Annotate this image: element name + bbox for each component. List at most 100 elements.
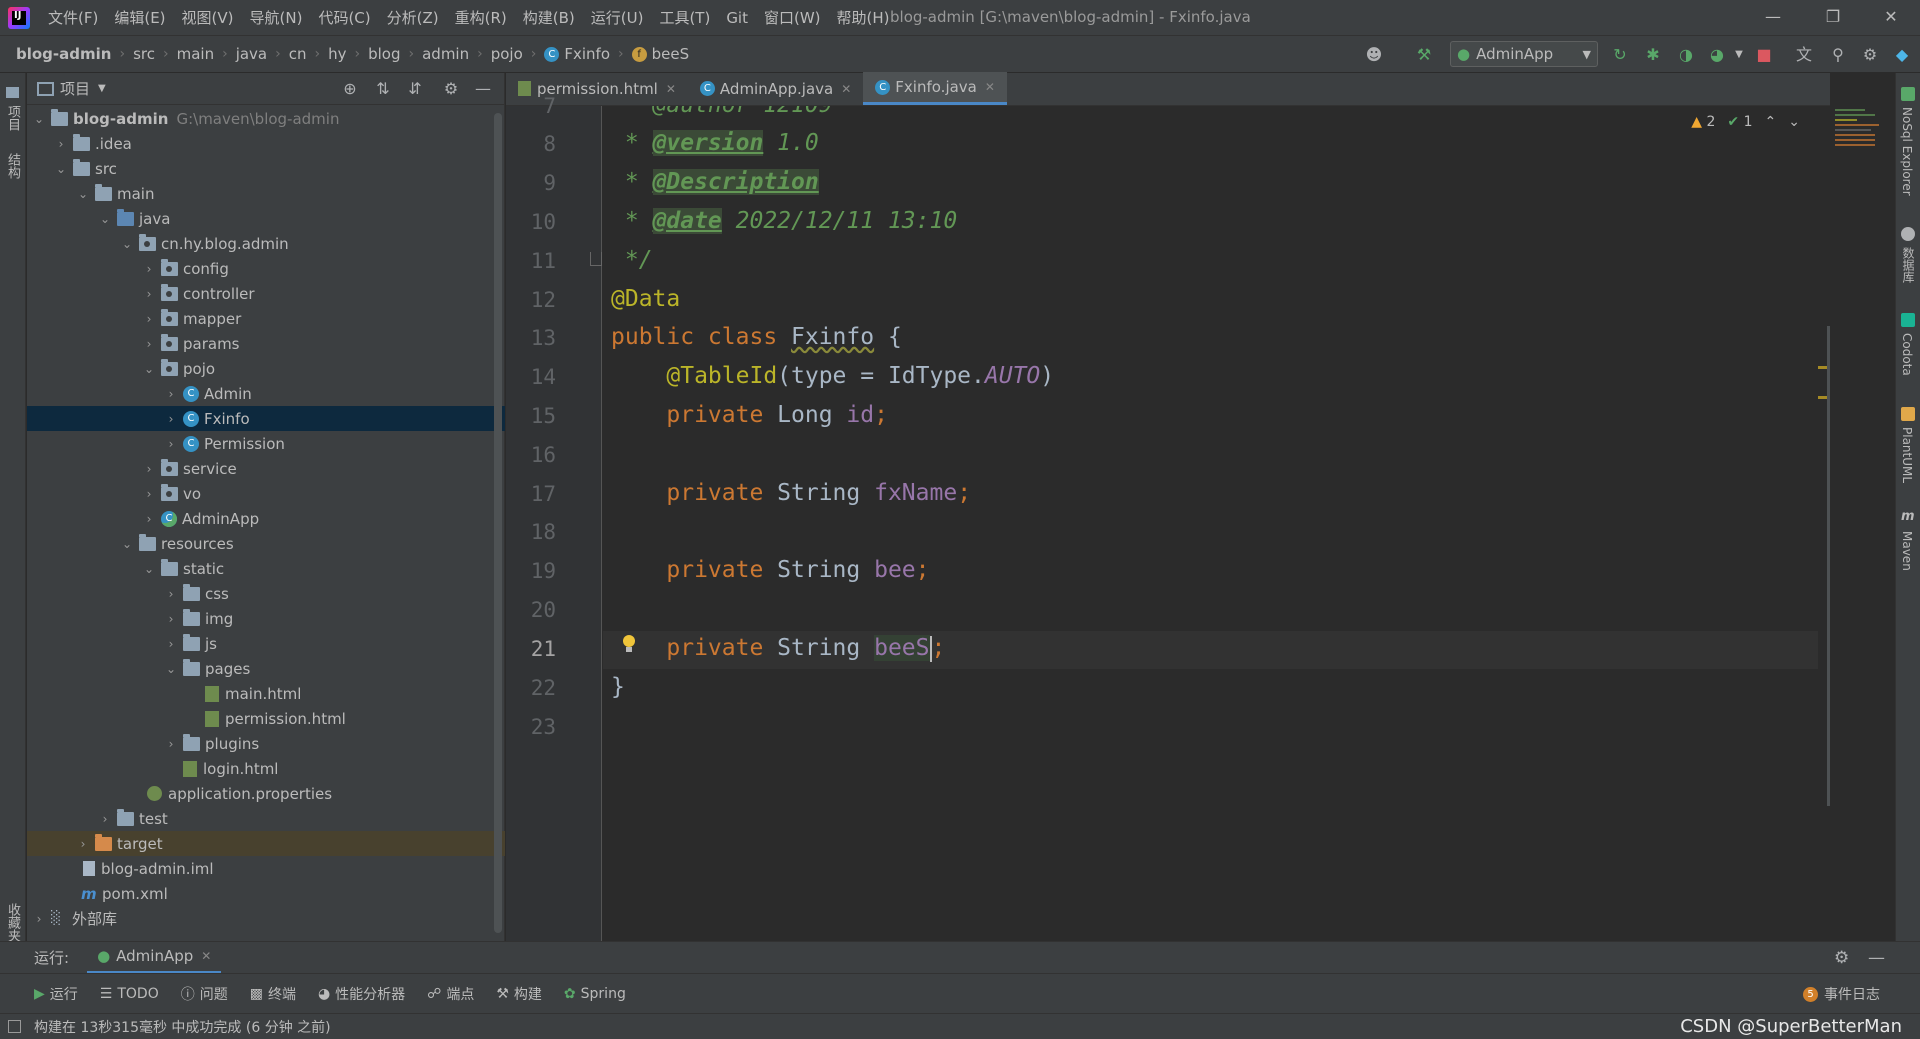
tree-node-permission-class[interactable]: › C Permission — [27, 431, 505, 456]
breadcrumb-hy[interactable]: hy — [326, 45, 348, 63]
profiler-icon[interactable]: ◕ — [1707, 45, 1727, 65]
breadcrumb-src[interactable]: src — [131, 45, 157, 63]
tool-profiler-button[interactable]: ◕ 性能分析器 — [318, 984, 405, 1004]
menu-view[interactable]: 视图(V) — [174, 7, 242, 28]
tree-node-src[interactable]: ⌄ src — [27, 156, 505, 181]
plugin-icon[interactable]: ◆ — [1892, 45, 1912, 65]
tree-node-root[interactable]: ⌄ blog-admin G:\maven\blog-admin — [27, 106, 505, 131]
tree-node-test[interactable]: › test — [27, 806, 505, 831]
favorites-stripe-button[interactable]: 收藏夹 — [3, 903, 22, 942]
tree-node-permission-html[interactable]: permission.html — [27, 706, 505, 731]
database-button[interactable]: 数据库 — [1900, 247, 1917, 283]
editor-scrollbar[interactable] — [1818, 106, 1830, 941]
warning-count[interactable]: ▲ 2 — [1691, 114, 1715, 130]
tree-node-static[interactable]: ⌄ static — [27, 556, 505, 581]
tree-node-iml[interactable]: blog-admin.iml — [27, 856, 505, 881]
ok-count[interactable]: ✔ 1 — [1727, 114, 1752, 130]
search-icon[interactable]: ⚲ — [1828, 45, 1848, 65]
breadcrumb-field[interactable]: f beeS — [630, 45, 692, 63]
hide-panel-icon[interactable]: — — [473, 79, 493, 99]
tree-node-java[interactable]: ⌄ java — [27, 206, 505, 231]
tool-problems-button[interactable]: ⓘ 问题 — [181, 984, 228, 1004]
chevron-down-icon[interactable]: ▼ — [98, 83, 106, 94]
expand-all-icon[interactable]: ⇅ — [373, 79, 393, 99]
tree-node-adminapp[interactable]: › C AdminApp — [27, 506, 505, 531]
breadcrumb-blog[interactable]: blog — [366, 45, 402, 63]
tree-node-target[interactable]: › target — [27, 831, 505, 856]
breadcrumb-class[interactable]: C Fxinfo — [542, 45, 612, 63]
hide-run-panel-icon[interactable]: — — [1868, 948, 1885, 968]
tree-node-pages[interactable]: ⌄ pages — [27, 656, 505, 681]
fold-marker-icon[interactable] — [590, 252, 602, 266]
menu-analyze[interactable]: 分析(Z) — [379, 7, 447, 28]
project-view-label[interactable]: 项目 — [60, 78, 90, 99]
tree-node-login-html[interactable]: login.html — [27, 756, 505, 781]
menu-code[interactable]: 代码(C) — [310, 7, 378, 28]
tree-node-service[interactable]: › service — [27, 456, 505, 481]
tree-node-idea[interactable]: › .idea — [27, 131, 505, 156]
menu-help[interactable]: 帮助(H) — [829, 7, 898, 28]
translate-icon[interactable]: 文 — [1794, 45, 1814, 65]
tree-node-vo[interactable]: › vo — [27, 481, 505, 506]
tool-build-button[interactable]: ⚒ 构建 — [496, 984, 542, 1004]
debug-icon[interactable]: ✱ — [1643, 45, 1663, 65]
next-highlight-icon[interactable]: ⌄ — [1788, 114, 1800, 130]
menu-run[interactable]: 运行(U) — [583, 7, 652, 28]
breadcrumb-cn[interactable]: cn — [287, 45, 309, 63]
close-tab-icon[interactable]: ✕ — [985, 80, 995, 94]
run-configuration-select[interactable]: ● AdminApp ▼ — [1450, 41, 1598, 67]
menu-file[interactable]: 文件(F) — [40, 7, 106, 28]
tree-node-mapper[interactable]: › mapper — [27, 306, 505, 331]
stop-icon[interactable]: ■ — [1754, 45, 1774, 65]
tool-todo-button[interactable]: ☰ TODO — [100, 986, 159, 1002]
tree-node-package[interactable]: ⌄ cn.hy.blog.admin — [27, 231, 505, 256]
build-hammer-icon[interactable]: ⚒ — [1414, 45, 1434, 65]
add-user-icon[interactable]: ☻ — [1364, 45, 1384, 65]
run-settings-gear-icon[interactable]: ⚙ — [1834, 948, 1849, 968]
event-log-button[interactable]: 5 事件日志 — [1803, 984, 1880, 1004]
plantuml-button[interactable]: PlantUML — [1900, 427, 1914, 483]
breadcrumb-admin[interactable]: admin — [420, 45, 471, 63]
tool-windows-toggle-icon[interactable] — [8, 1020, 21, 1033]
structure-stripe-button[interactable]: 结构 — [3, 153, 22, 179]
breadcrumb-java[interactable]: java — [234, 45, 269, 63]
collapse-all-icon[interactable]: ⇵ — [405, 79, 425, 99]
settings-gear-icon[interactable]: ⚙ — [1860, 45, 1880, 65]
close-tab-icon[interactable]: ✕ — [841, 82, 851, 96]
menu-build[interactable]: 构建(B) — [515, 7, 583, 28]
tree-node-external-libraries[interactable]: › ░ 外部库 — [27, 906, 505, 931]
breadcrumb-project[interactable]: blog-admin — [14, 45, 113, 63]
tree-node-img[interactable]: › img — [27, 606, 505, 631]
tree-node-css[interactable]: › css — [27, 581, 505, 606]
tab-adminapp-java[interactable]: C AdminApp.java ✕ — [688, 72, 863, 105]
tree-node-main-html[interactable]: main.html — [27, 681, 505, 706]
run-tab-adminapp[interactable]: ● AdminApp ✕ — [87, 942, 222, 974]
tree-node-application-properties[interactable]: application.properties — [27, 781, 505, 806]
maven-button[interactable]: Maven — [1900, 531, 1914, 571]
close-tab-icon[interactable]: ✕ — [201, 949, 211, 963]
restore-icon[interactable]: ❐ — [1818, 5, 1848, 29]
menu-git[interactable]: Git — [718, 9, 756, 27]
menu-window[interactable]: 窗口(W) — [756, 7, 829, 28]
tree-node-fxinfo-class[interactable]: › C Fxinfo — [27, 406, 505, 431]
menu-refactor[interactable]: 重构(R) — [447, 7, 515, 28]
tree-node-config[interactable]: › config — [27, 256, 505, 281]
codota-button[interactable]: Codota — [1900, 333, 1914, 376]
rerun-icon[interactable]: ↻ — [1610, 45, 1630, 65]
tool-endpoints-button[interactable]: ☍ 端点 — [427, 984, 474, 1004]
breadcrumb-pojo[interactable]: pojo — [489, 45, 525, 63]
inspection-widget[interactable]: ▲ 2 ✔ 1 ⌃ ⌄ — [1691, 114, 1800, 130]
tab-fxinfo-java[interactable]: C Fxinfo.java ✕ — [863, 72, 1007, 105]
nosql-explorer-button[interactable]: NoSql Explorer — [1900, 107, 1914, 196]
breadcrumb-main[interactable]: main — [175, 45, 216, 63]
tree-scrollbar[interactable] — [494, 113, 502, 933]
tree-node-params[interactable]: › params — [27, 331, 505, 356]
project-stripe-button[interactable]: 项目 — [3, 105, 22, 131]
panel-settings-icon[interactable]: ⚙ — [441, 79, 461, 99]
tree-node-resources[interactable]: ⌄ resources — [27, 531, 505, 556]
coverage-icon[interactable]: ◑ — [1676, 45, 1696, 65]
menu-tools[interactable]: 工具(T) — [651, 7, 718, 28]
close-tab-icon[interactable]: ✕ — [666, 82, 676, 96]
more-run-options-icon[interactable]: ▼ — [1729, 45, 1749, 65]
menu-navigate[interactable]: 导航(N) — [242, 7, 311, 28]
